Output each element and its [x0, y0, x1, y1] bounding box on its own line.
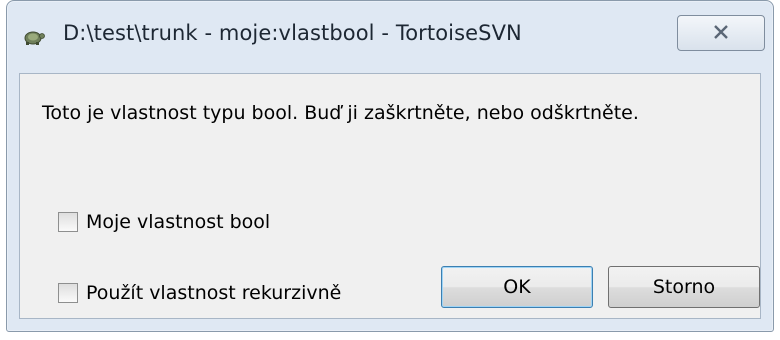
close-icon	[713, 24, 729, 43]
cancel-button[interactable]: Storno	[608, 266, 760, 308]
ok-button[interactable]: OK	[441, 266, 593, 308]
close-button[interactable]	[677, 15, 765, 51]
property-description: Toto je vlastnost typu bool. Buď ji zašk…	[42, 102, 639, 124]
dialog-window: D:\test\trunk - moje:vlastbool - Tortois…	[6, 0, 774, 332]
property-value-label[interactable]: Moje vlastnost bool	[86, 211, 270, 233]
tortoise-icon	[21, 27, 45, 47]
recursive-label[interactable]: Použít vlastnost rekurzivně	[86, 282, 341, 304]
window-title: D:\test\trunk - moje:vlastbool - Tortois…	[63, 21, 522, 45]
recursive-checkbox[interactable]	[58, 283, 78, 303]
recursive-checkbox-row[interactable]: Použít vlastnost rekurzivně	[58, 282, 341, 304]
dialog-content: Toto je vlastnost typu bool. Buď ji zašk…	[19, 73, 761, 319]
title-bar: D:\test\trunk - moje:vlastbool - Tortois…	[7, 1, 773, 71]
property-checkbox-row[interactable]: Moje vlastnost bool	[58, 211, 270, 233]
property-value-checkbox[interactable]	[58, 212, 78, 232]
